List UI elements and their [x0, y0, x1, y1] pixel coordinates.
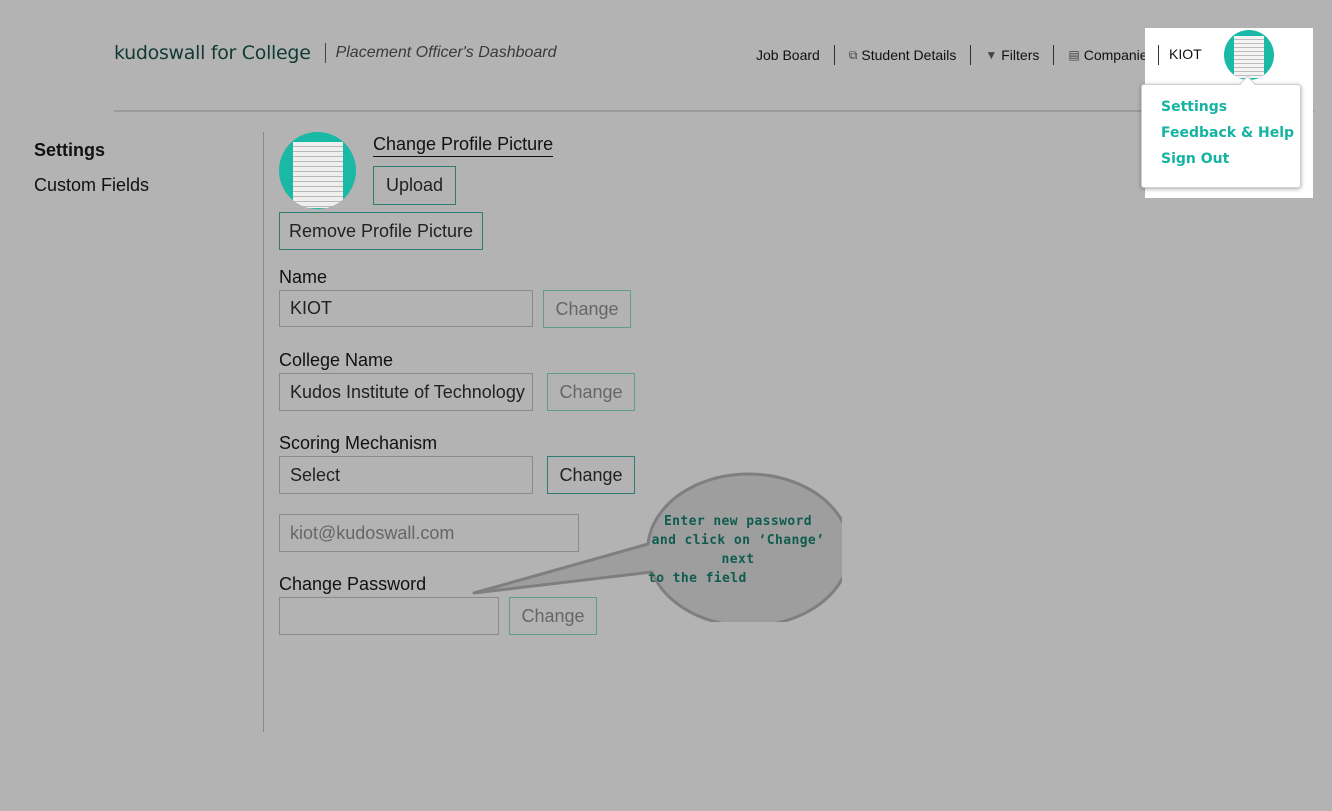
change-password-label: Change Password [279, 574, 427, 594]
dropdown-feedback-help[interactable]: Feedback & Help [1161, 125, 1294, 141]
user-name[interactable]: KIOT [1169, 46, 1202, 62]
nav-filters[interactable]: ▼ Filters [971, 45, 1055, 65]
password-input[interactable] [279, 597, 499, 635]
avatar-document-icon [1234, 36, 1264, 78]
college-name-label: College Name [279, 350, 394, 370]
sidebar-divider [263, 132, 264, 732]
filter-icon: ▼ [985, 48, 998, 62]
scoring-mechanism-label: Scoring Mechanism [279, 433, 438, 453]
callout-text: Enter new password and click on ‘Change’… [640, 512, 836, 588]
upload-button[interactable]: Upload [373, 166, 456, 205]
sidebar-item-settings[interactable]: Settings [34, 140, 105, 161]
nav-companies-label: Companies [1083, 47, 1155, 63]
user-dropdown-menu: Settings Feedback & Help Sign Out [1141, 84, 1301, 188]
copy-icon: ⧉ [848, 47, 858, 62]
remove-profile-picture-button[interactable]: Remove Profile Picture [279, 212, 483, 250]
nav-filters-label: Filters [1001, 47, 1040, 63]
college-change-button[interactable]: Change [547, 373, 635, 411]
profile-picture [279, 132, 356, 209]
user-divider [1158, 45, 1159, 65]
brand-logo[interactable]: kudoswall for College [114, 42, 311, 64]
nav-job-board[interactable]: Job Board [742, 45, 835, 65]
college-name-input[interactable]: Kudos Institute of Technology [279, 373, 533, 411]
top-nav: Job Board ⧉ Student Details ▼ Filters ▤ … [742, 44, 1169, 66]
nav-job-board-label: Job Board [756, 47, 820, 63]
change-profile-picture-heading: Change Profile Picture [373, 134, 554, 157]
brand: kudoswall for College Placement Officer'… [114, 42, 557, 64]
callout-line-1: Enter new password [663, 514, 813, 529]
callout-line-3: to the field [648, 571, 747, 586]
sidebar-item-custom-fields[interactable]: Custom Fields [34, 175, 149, 196]
building-icon: ▤ [1068, 48, 1080, 62]
profile-document-icon [293, 142, 343, 208]
nav-student-details[interactable]: ⧉ Student Details [835, 45, 972, 65]
callout-line-2: and click on ‘Change’ next [651, 533, 825, 567]
name-change-button[interactable]: Change [543, 290, 631, 328]
brand-separator [324, 43, 326, 63]
name-input[interactable]: KIOT [279, 290, 533, 327]
header-divider [114, 110, 1314, 112]
dropdown-sign-out[interactable]: Sign Out [1161, 151, 1229, 167]
dropdown-settings[interactable]: Settings [1161, 99, 1227, 115]
dashboard-subtitle: Placement Officer's Dashboard [335, 44, 557, 61]
name-label: Name [279, 267, 328, 287]
user-avatar[interactable] [1224, 30, 1274, 80]
nav-student-details-label: Student Details [861, 47, 957, 63]
